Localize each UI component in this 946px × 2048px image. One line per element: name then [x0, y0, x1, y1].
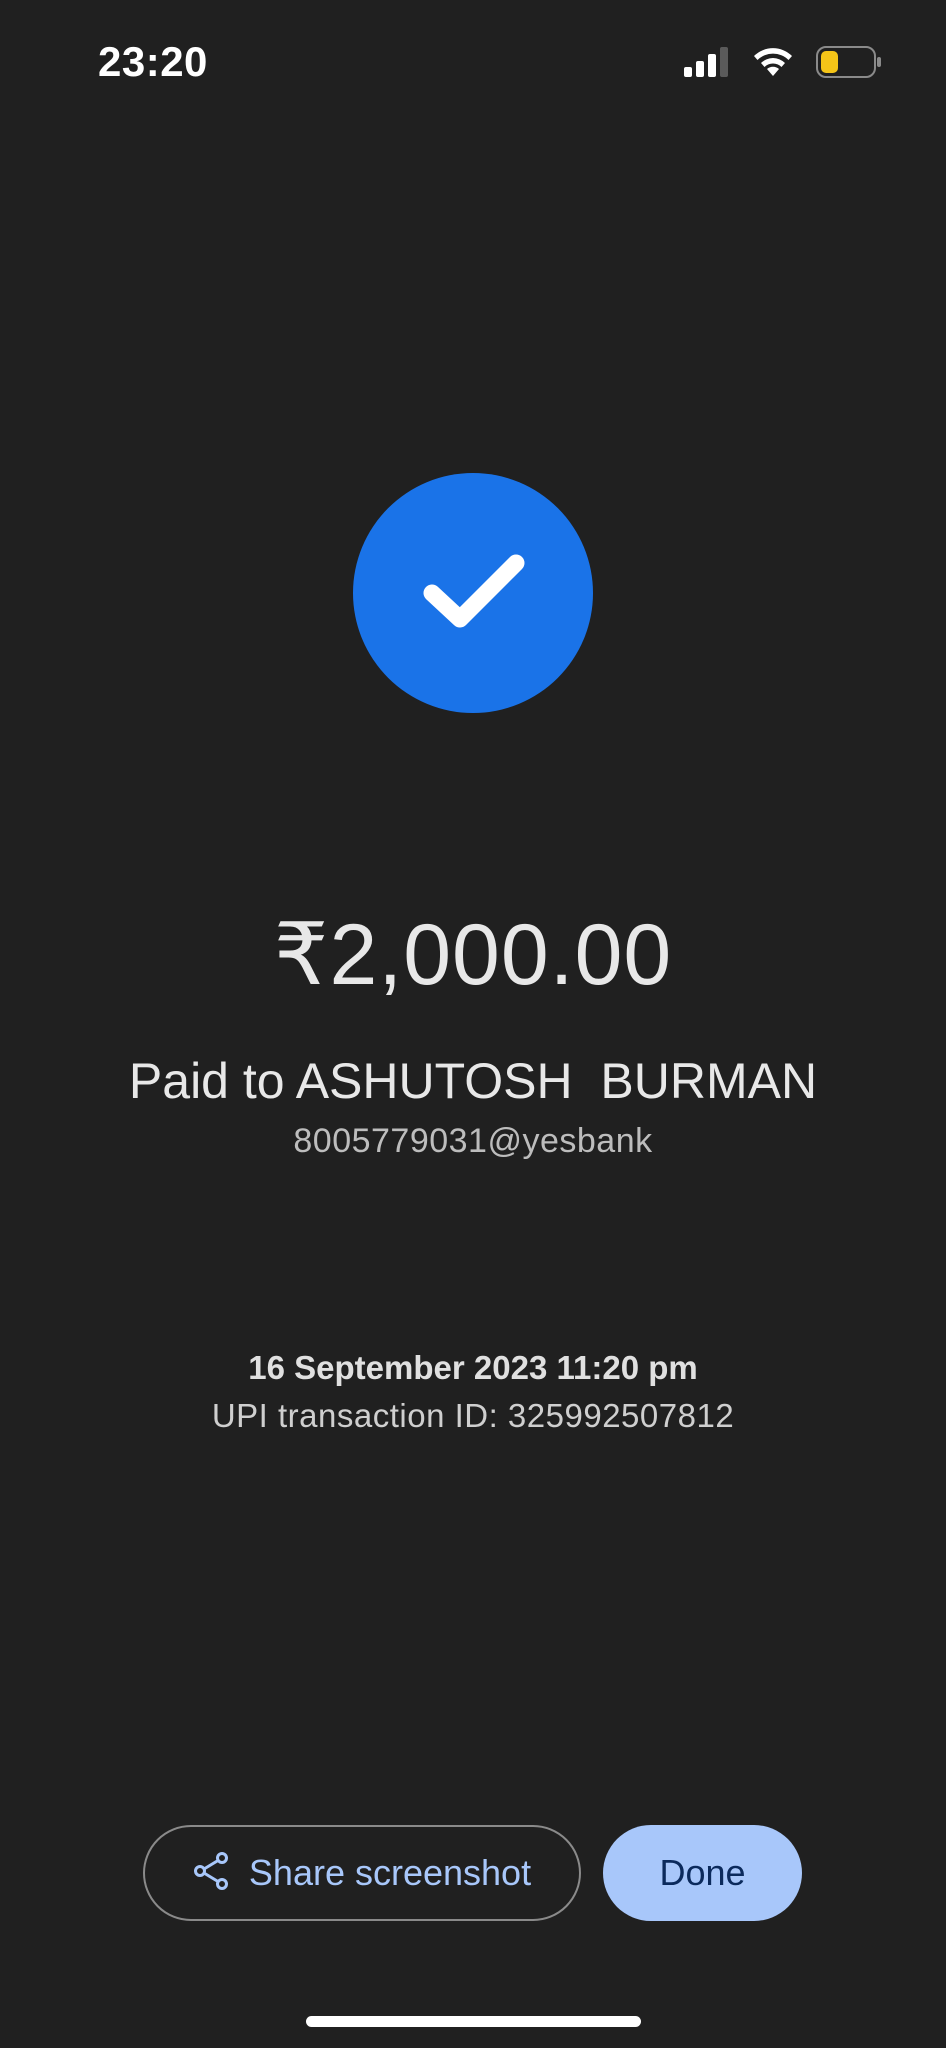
done-label: Done	[659, 1852, 746, 1893]
cellular-signal-icon	[684, 46, 730, 82]
status-icons	[684, 44, 882, 84]
home-indicator[interactable]	[306, 2016, 641, 2027]
battery-icon	[816, 45, 882, 83]
check-icon	[418, 551, 528, 636]
status-time: 23:20	[98, 38, 208, 85]
payee-name: Paid to ASHUTOSH BURMAN	[128, 1053, 818, 1109]
share-screenshot-label: Share screenshot	[248, 1852, 532, 1893]
success-check-badge	[353, 473, 593, 713]
transaction-date-time: 16 September 2023 11:20 pm	[248, 1349, 698, 1386]
payee-upi-id: 8005779031@yesbank	[293, 1122, 653, 1160]
wifi-icon	[752, 46, 794, 83]
upi-transaction-id: UPI transaction ID: 325992507812	[211, 1397, 735, 1434]
payment-amount: ₹2,000.00	[273, 907, 673, 1003]
status-bar: 23:20	[0, 0, 946, 120]
share-screenshot-button[interactable]: Share screenshot	[143, 1825, 581, 1921]
share-icon	[193, 1851, 229, 1895]
done-button[interactable]: Done	[603, 1825, 802, 1921]
